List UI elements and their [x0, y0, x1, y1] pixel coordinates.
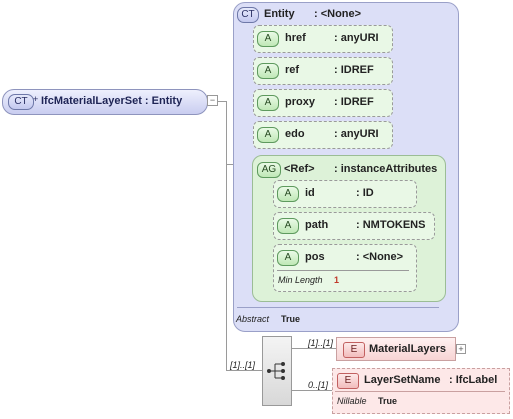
attribute-type: : anyURI: [334, 32, 379, 44]
facet-divider: [277, 270, 409, 271]
sequence-occurrence: [1]..[1]: [230, 360, 256, 370]
root-label: IfcMaterialLayerSet : Entity: [41, 95, 183, 107]
element-badge: E: [343, 342, 365, 358]
attribute-group-badge: AG: [257, 162, 281, 178]
attribute-badge: A: [277, 250, 299, 266]
abstract-label: Abstract: [236, 314, 270, 324]
entity-divider: [237, 307, 439, 308]
attribute-type: : <None>: [356, 251, 404, 263]
entity-name: Entity: [264, 8, 295, 20]
nillable-label: Nillable: [337, 396, 367, 406]
facet-label: Min Length: [278, 275, 323, 285]
attribute-edo[interactable]: A edo : anyURI: [253, 121, 393, 149]
attribute-path[interactable]: A path : NMTOKENS: [273, 212, 435, 240]
element-type: : IfcLabel: [449, 374, 498, 386]
sequence-compositor[interactable]: [262, 336, 292, 406]
root-complex-type[interactable]: CT + IfcMaterialLayerSet : Entity: [2, 89, 208, 115]
attribute-group-name: <Ref>: [284, 163, 315, 175]
element-occurrence: [1]..[1]: [308, 338, 334, 348]
attribute-badge: A: [257, 95, 279, 111]
attribute-type: : anyURI: [334, 128, 379, 140]
attribute-type: : NMTOKENS: [356, 219, 426, 231]
facet-value: 1: [334, 275, 340, 285]
complex-type-badge: CT: [8, 94, 34, 110]
attribute-group-type: : instanceAttributes: [334, 163, 438, 175]
attribute-type: : IDREF: [334, 96, 374, 108]
root-collapse-button[interactable]: −: [207, 95, 218, 106]
attribute-name: edo: [285, 128, 305, 140]
attribute-badge: A: [257, 127, 279, 143]
ct-arrow-icon: +: [33, 94, 39, 104]
attribute-name: id: [305, 187, 315, 199]
attribute-href[interactable]: A href : anyURI: [253, 25, 393, 53]
attribute-badge: A: [277, 186, 299, 202]
element-divider: [335, 391, 505, 392]
attribute-name: ref: [285, 64, 300, 76]
entity-type: : <None>: [314, 8, 362, 20]
element-name: LayerSetName: [364, 374, 441, 386]
attribute-ref[interactable]: A ref : IDREF: [253, 57, 393, 85]
attribute-badge: A: [257, 31, 279, 47]
attribute-badge: A: [277, 218, 299, 234]
nillable-value: True: [378, 396, 398, 406]
attribute-proxy[interactable]: A proxy : IDREF: [253, 89, 393, 117]
element-layer-set-name[interactable]: E LayerSetName : IfcLabel Nillable True: [332, 368, 510, 414]
element-name: MaterialLayers: [369, 343, 447, 355]
attribute-type: : IDREF: [334, 64, 374, 76]
connector-root-vertical: [226, 101, 227, 371]
sequence-icon: [267, 362, 285, 380]
material-layers-expand-button[interactable]: +: [456, 344, 466, 354]
attribute-name: pos: [305, 251, 325, 263]
connector-seq-to-elem1: [290, 348, 336, 349]
attribute-name: path: [305, 219, 329, 231]
abstract-value: True: [281, 314, 301, 324]
attribute-id[interactable]: A id : ID: [273, 180, 417, 208]
complex-type-badge: CT: [237, 7, 259, 23]
element-material-layers[interactable]: E MaterialLayers: [336, 337, 456, 361]
attribute-name: href: [285, 32, 306, 44]
element-occurrence: 0..[1]: [308, 380, 329, 390]
attribute-pos[interactable]: A pos : <None> Min Length 1: [273, 244, 417, 292]
element-badge: E: [337, 373, 359, 389]
attribute-type: : ID: [356, 187, 374, 199]
attribute-badge: A: [257, 63, 279, 79]
attribute-name: proxy: [285, 96, 315, 108]
connector-to-sequence: [226, 370, 262, 371]
connector-seq-to-elem2: [290, 390, 332, 391]
